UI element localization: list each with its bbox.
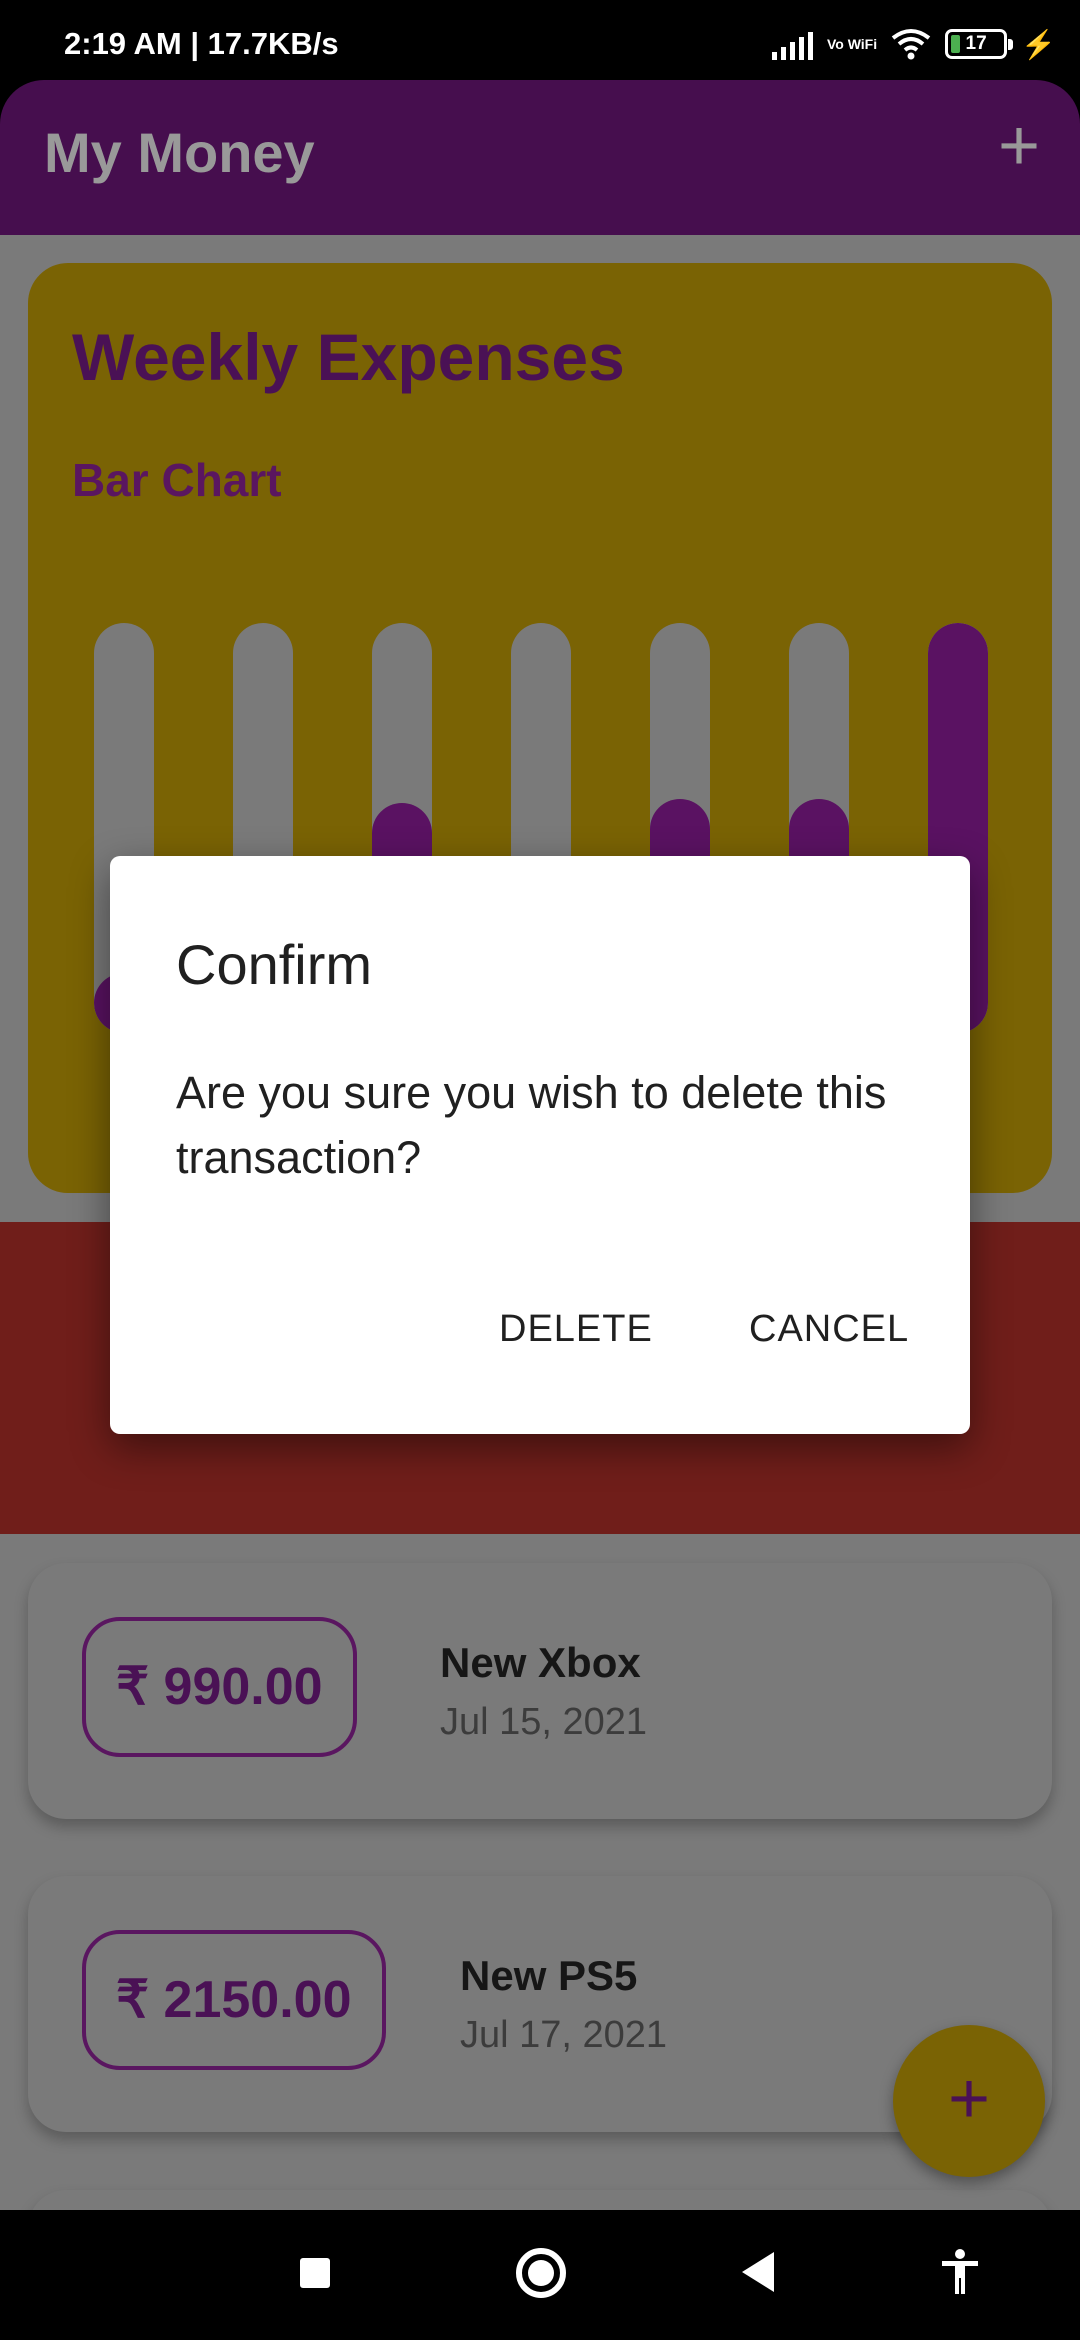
navigation-bar [0,2210,1080,2340]
delete-button[interactable]: DELETE [499,1308,653,1351]
app-title: My Money [44,121,315,184]
app-bar: My Money + [0,80,1080,235]
add-transaction-icon[interactable]: + [998,110,1040,182]
signal-icon [771,28,813,60]
vowifi-icon: Vo WiFi [826,36,878,52]
accessibility-icon[interactable] [940,2248,980,2296]
home-circle-icon[interactable] [516,2248,566,2298]
cancel-button[interactable]: CANCEL [749,1308,909,1351]
battery-icon: 17 [945,29,1014,59]
charging-icon: ⚡ [1021,28,1056,60]
add-fab[interactable]: + [893,2025,1045,2177]
battery-level: 17 [965,33,987,54]
dialog-message: Are you sure you wish to delete this tra… [176,1067,887,1183]
status-bar: 2:19 AM | 17.7KB/s Vo WiFi 17 ⚡ [0,0,1080,80]
recents-square-icon[interactable] [300,2258,330,2288]
transaction-title: New Xbox [440,1639,641,1686]
transaction-card[interactable]: ₹ 990.00 New Xbox Jul 15, 2021 [28,1563,1052,1819]
transaction-date: Jul 17, 2021 [460,2014,668,2056]
status-icons: Vo WiFi 17 ⚡ [771,24,1056,64]
status-time: 2:19 AM | 17.7KB/s [64,26,339,61]
transaction-card[interactable] [28,2190,1052,2210]
dialog-title: Confirm [176,933,373,996]
transaction-amount: ₹ 2150.00 [82,1930,386,2070]
wifi-icon [891,29,931,60]
transaction-title: New PS5 [460,1952,638,1999]
transaction-date: Jul 15, 2021 [440,1701,648,1743]
transaction-amount: ₹ 990.00 [82,1617,357,1757]
back-triangle-icon[interactable] [742,2252,774,2292]
confirm-dialog: Confirm Are you sure you wish to delete … [110,856,970,1434]
